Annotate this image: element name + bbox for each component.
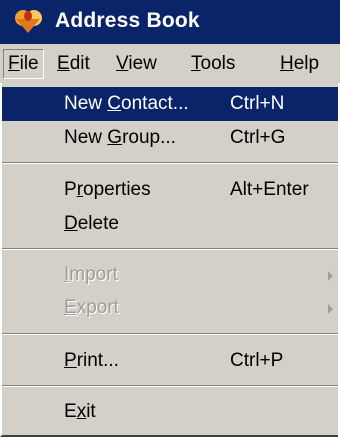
- menu-help[interactable]: Help: [280, 50, 319, 78]
- label-post: mport: [69, 264, 118, 285]
- menu-edit-key: E: [57, 53, 70, 74]
- label-pre: New: [64, 127, 108, 148]
- shortcut-print: Ctrl+P: [230, 350, 284, 371]
- shortcut-new-group: Ctrl+G: [230, 127, 286, 148]
- menu-tools-post: ools: [200, 53, 236, 74]
- menu-view-post: iew: [128, 53, 157, 74]
- menu-item-delete[interactable]: Delete: [2, 207, 338, 241]
- label-post: it: [86, 401, 96, 422]
- label-post: ontact...: [121, 93, 189, 114]
- menu-item-new-group[interactable]: New Group... Ctrl+G: [2, 121, 338, 155]
- submenu-arrow-icon: [328, 304, 333, 314]
- menu-separator: [2, 162, 338, 164]
- menu-item-export-label: Export: [64, 297, 119, 319]
- label-pre: E: [64, 401, 77, 422]
- submenu-arrow-icon: [328, 271, 333, 281]
- menu-item-export: Export: [2, 291, 338, 325]
- menu-item-new-contact[interactable]: New Contact... Ctrl+N: [2, 87, 338, 121]
- menu-separator: [2, 248, 338, 250]
- menu-help-post: elp: [293, 53, 320, 74]
- menu-item-exit-label: Exit: [64, 401, 96, 423]
- file-menu-dropdown: New Contact... Ctrl+N New Group... Ctrl+…: [0, 83, 338, 437]
- menu-item-delete-label: Delete: [64, 213, 119, 235]
- menu-item-properties-label: Properties: [64, 179, 151, 201]
- menu-bar: File Edit View Tools Help: [0, 44, 340, 83]
- menu-file[interactable]: File: [3, 49, 44, 79]
- window-title: Address Book: [55, 9, 200, 32]
- menu-file-key: F: [8, 53, 20, 74]
- title-bar: Address Book: [0, 0, 340, 44]
- menu-file-post: ile: [19, 53, 39, 74]
- label-pre: New: [64, 93, 108, 114]
- shortcut-properties: Alt+Enter: [230, 179, 309, 200]
- label-key: G: [107, 127, 123, 148]
- menu-item-new-group-label: New Group...: [64, 127, 176, 149]
- label-key: P: [64, 350, 77, 371]
- label-post: rint...: [76, 350, 119, 371]
- label-post: operties: [83, 179, 151, 200]
- menu-edit[interactable]: Edit: [57, 50, 90, 78]
- label-key: D: [64, 213, 78, 234]
- menu-item-print[interactable]: Print... Ctrl+P: [2, 344, 338, 378]
- menu-item-exit[interactable]: Exit: [2, 395, 338, 429]
- label-post: roup...: [122, 127, 176, 148]
- menu-view-key: V: [116, 53, 129, 74]
- menu-tools[interactable]: Tools: [191, 50, 235, 78]
- label-pre: P: [64, 179, 77, 200]
- menu-item-import: Import: [2, 258, 338, 292]
- menu-tools-key: T: [191, 53, 201, 74]
- menu-edit-post: dit: [69, 53, 90, 74]
- label-key: x: [76, 401, 87, 422]
- menu-help-key: H: [280, 53, 294, 74]
- menu-item-properties[interactable]: Properties Alt+Enter: [2, 173, 338, 207]
- menu-separator: [2, 333, 338, 335]
- menu-separator: [2, 385, 338, 387]
- menu-item-new-contact-label: New Contact...: [64, 93, 189, 115]
- label-post: xport: [76, 297, 119, 318]
- address-book-icon: [13, 7, 43, 35]
- menu-item-import-label: Import: [64, 264, 118, 286]
- menu-view[interactable]: View: [116, 50, 157, 78]
- label-key: C: [107, 93, 122, 114]
- shortcut-new-contact: Ctrl+N: [230, 93, 285, 114]
- label-post: elete: [77, 213, 119, 234]
- menu-item-print-label: Print...: [64, 350, 119, 372]
- label-key: E: [64, 297, 77, 318]
